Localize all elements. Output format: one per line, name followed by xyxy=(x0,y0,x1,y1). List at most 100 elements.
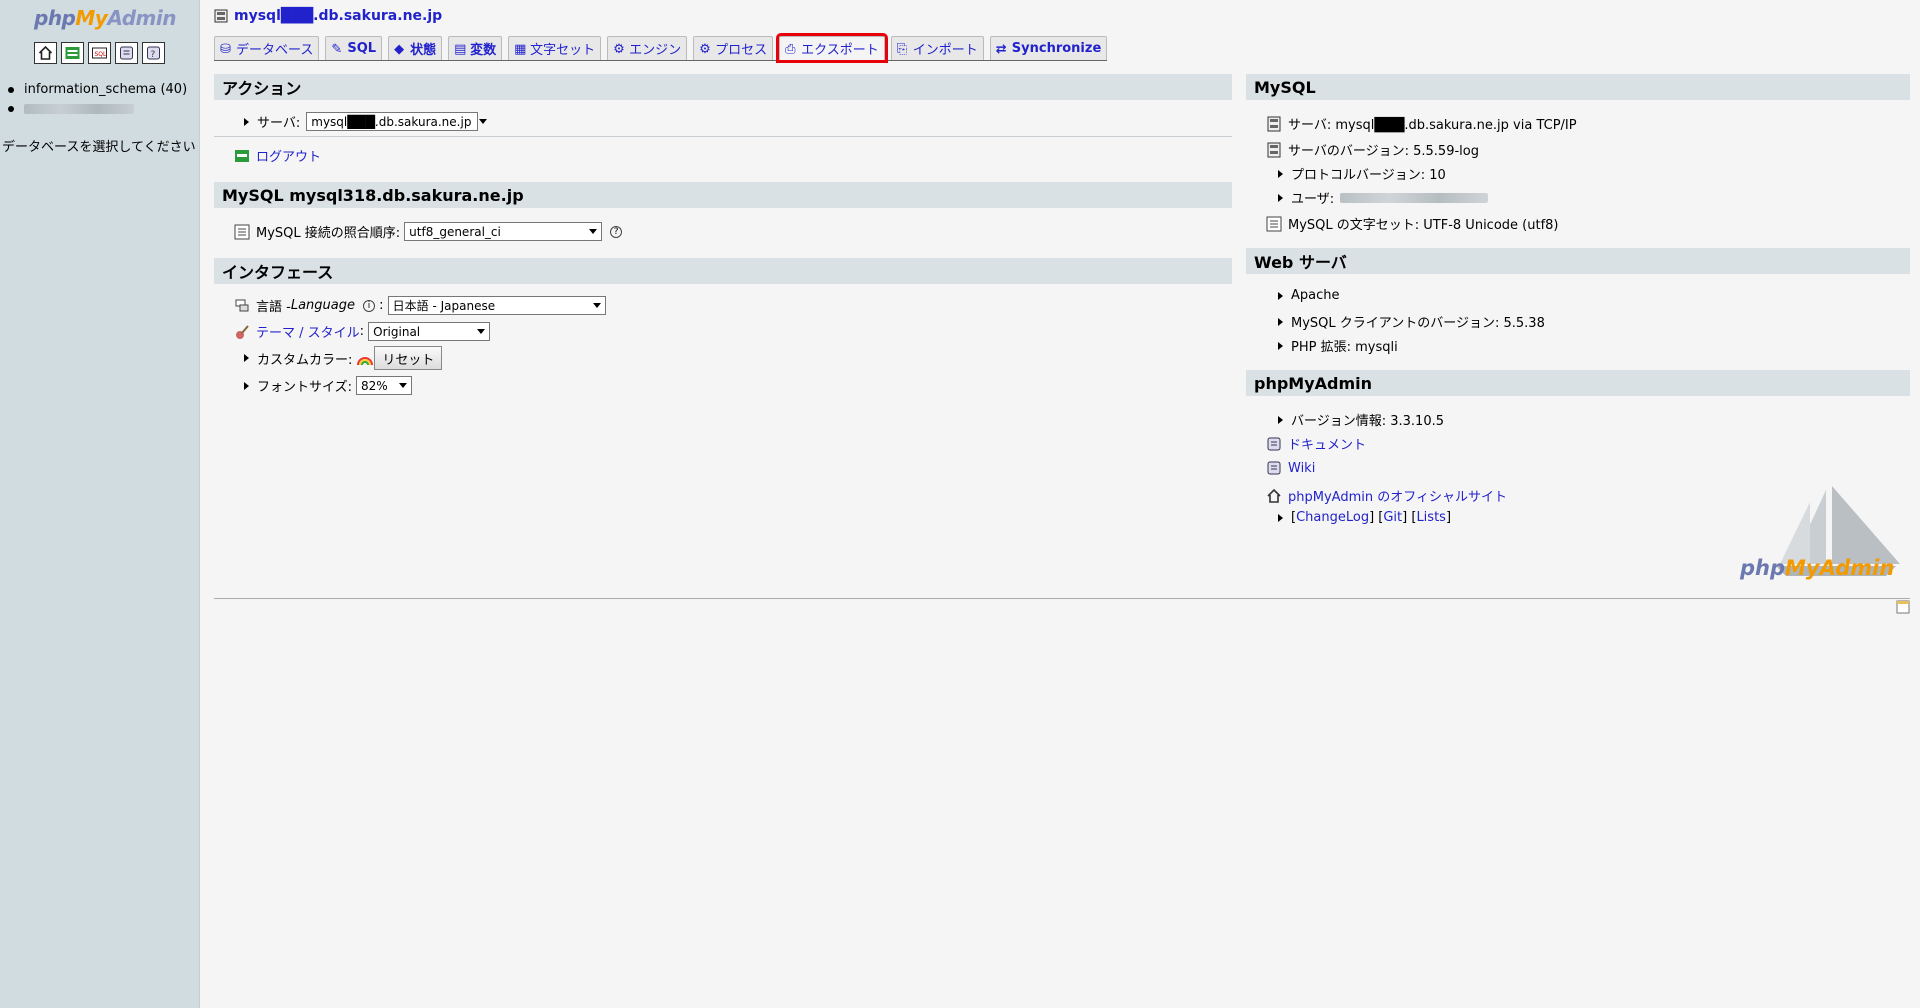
language-row: 言語 - Language i : 日本語 - Japanese xyxy=(234,296,606,315)
logout-link[interactable]: ログアウト xyxy=(256,146,321,165)
database-icon: ⛁ xyxy=(220,42,231,57)
panel-title: Web サーバ xyxy=(1246,248,1910,274)
redacted-database-name[interactable] xyxy=(24,103,134,114)
select-database-hint: データベースを選択してください xyxy=(2,140,196,155)
official-site-link[interactable]: phpMyAdmin のオフィシャルサイト xyxy=(1288,486,1507,505)
server-info-row: サーバ: mysql███.db.sakura.ne.jp via TCP/IP xyxy=(1266,114,1577,133)
engine-icon: ⚙ xyxy=(613,42,625,57)
collation-row: MySQL 接続の照合順序: utf8_general_ci ? xyxy=(234,222,623,241)
logout-icon xyxy=(235,149,249,162)
export-icon: ⎙ xyxy=(785,42,796,57)
tab-bar: ⛁ データベース ✎ SQL ◆ 状態 ▤ 変数 ▦ 文字セット ⚙ エンジン ⚙ プロセス … xyxy=(214,33,1108,63)
home-icon xyxy=(1267,488,1281,503)
theme-link[interactable]: テーマ / スタイル xyxy=(256,322,360,341)
collation-icon xyxy=(234,224,250,239)
tab-status[interactable]: ◆ 状態 xyxy=(388,36,443,60)
mysql-local-panel: MySQL mysql318.db.sakura.ne.jp MySQL 接続の… xyxy=(214,182,1232,254)
query-window-icon[interactable] xyxy=(61,42,84,64)
server-breadcrumb: mysql███.db.sakura.ne.jp xyxy=(214,8,442,24)
theme-select[interactable]: Original xyxy=(368,322,491,341)
redacted-user xyxy=(1340,192,1489,203)
docs-icon xyxy=(1267,437,1281,450)
tab-charsets[interactable]: ▦ 文字セット xyxy=(508,36,602,60)
theme-row: テーマ / スタイル: Original xyxy=(234,322,491,341)
wiki-icon xyxy=(1267,461,1281,475)
server-select[interactable]: mysql███.db.sakura.ne.jp xyxy=(306,112,488,131)
paintbrush-icon xyxy=(236,324,249,339)
font-size-select[interactable]: 82% xyxy=(356,376,412,395)
info-icon[interactable]: i xyxy=(362,299,375,312)
tab-variables[interactable]: ▤ 変数 xyxy=(448,36,503,60)
tab-databases[interactable]: ⛁ データベース xyxy=(214,36,320,60)
web-software-row: Apache xyxy=(1278,288,1340,303)
chevron-down-icon xyxy=(399,383,407,388)
tab-synchronize[interactable]: ⇄ Synchronize xyxy=(989,36,1108,60)
actions-panel: アクション サーバ: mysql███.db.sakura.ne.jp ログアウ… xyxy=(214,74,1232,190)
server-version-row: サーバのバージョン: 5.5.59-log xyxy=(1266,140,1479,159)
user-row: ユーザ: xyxy=(1278,188,1489,207)
official-site-row: phpMyAdmin のオフィシャルサイト xyxy=(1266,486,1507,505)
rainbow-icon[interactable] xyxy=(356,350,374,366)
language-icon xyxy=(235,299,249,311)
tab-processes[interactable]: ⚙ プロセス xyxy=(693,36,774,60)
panel-title: MySQL xyxy=(1246,74,1910,100)
chevron-down-icon xyxy=(477,329,486,334)
help-icon[interactable]: ? xyxy=(610,225,623,238)
tab-sql[interactable]: ✎ SQL xyxy=(325,36,383,60)
status-icon: ◆ xyxy=(394,42,405,57)
help-icon[interactable]: ? xyxy=(142,42,165,64)
list-item[interactable] xyxy=(6,99,187,118)
docs-link[interactable]: ドキュメント xyxy=(1288,434,1366,453)
version-row: バージョン情報: 3.3.10.5 xyxy=(1278,410,1444,429)
language-select[interactable]: 日本語 - Japanese xyxy=(387,296,606,315)
sync-icon: ⇄ xyxy=(995,42,1007,57)
tab-import[interactable]: ⎘ インポート xyxy=(890,36,984,60)
chevron-down-icon xyxy=(479,119,488,124)
server-icon xyxy=(1267,142,1281,157)
footer-divider xyxy=(214,598,1910,599)
changelog-link[interactable]: ChangeLog xyxy=(1296,510,1369,525)
panel-title: アクション xyxy=(214,74,1232,100)
nav-icon-bar: SQL ? xyxy=(34,42,165,64)
client-version-row: MySQL クライアントのバージョン: 5.5.38 xyxy=(1278,312,1545,331)
reset-button[interactable]: リセット xyxy=(374,346,443,370)
divider xyxy=(214,136,1232,137)
import-icon: ⎘ xyxy=(896,42,908,57)
font-size-row: フォントサイズ: 82% xyxy=(244,376,412,395)
panel-title: phpMyAdmin xyxy=(1246,370,1910,396)
new-window-icon[interactable] xyxy=(1896,600,1910,614)
collation-select[interactable]: utf8_general_ci xyxy=(404,222,603,241)
lists-link[interactable]: Lists xyxy=(1416,510,1446,525)
phpmyadmin-sailboat-logo[interactable]: phpMyAdmin xyxy=(1740,484,1910,584)
charset-icon xyxy=(1266,216,1282,231)
database-list: information_schema (40) xyxy=(6,80,187,118)
svg-text:SQL: SQL xyxy=(95,51,108,58)
php-extension-row: PHP 拡張: mysqli xyxy=(1278,336,1398,355)
docs-icon[interactable] xyxy=(115,42,138,64)
protocol-row: プロトコルバージョン: 10 xyxy=(1278,164,1446,183)
mysql-info-panel: MySQL サーバ: mysql███.db.sakura.ne.jp via … xyxy=(1246,74,1910,252)
tab-export[interactable]: ⎙ エクスポート xyxy=(776,33,888,63)
sql-icon[interactable]: SQL xyxy=(88,42,111,64)
panel-title: インタフェース xyxy=(214,258,1232,284)
list-item[interactable]: information_schema (40) xyxy=(6,80,187,99)
phpmyadmin-logo[interactable]: phpMyAdmin xyxy=(34,6,176,30)
server-link[interactable]: mysql███.db.sakura.ne.jp xyxy=(234,8,442,24)
panel-title: MySQL mysql318.db.sakura.ne.jp xyxy=(214,182,1232,208)
charset-icon: ▦ xyxy=(514,42,527,57)
interface-panel: インタフェース 言語 - Language i : 日本語 - Japanese… xyxy=(214,258,1232,434)
sql-icon: ✎ xyxy=(331,42,343,57)
charset-row: MySQL の文字セット: UTF-8 Unicode (utf8) xyxy=(1266,214,1559,233)
chevron-down-icon xyxy=(589,229,598,234)
process-icon: ⚙ xyxy=(699,42,711,57)
docs-row: ドキュメント xyxy=(1266,434,1366,453)
variables-icon: ▤ xyxy=(454,42,467,57)
svg-text:?: ? xyxy=(151,50,156,60)
home-icon[interactable] xyxy=(34,42,57,64)
git-link[interactable]: Git xyxy=(1383,510,1402,525)
server-icon xyxy=(1267,116,1281,131)
wiki-link[interactable]: Wiki xyxy=(1288,461,1315,476)
tab-engines[interactable]: ⚙ エンジン xyxy=(607,36,688,60)
server-icon xyxy=(214,9,228,23)
logout-row: ログアウト xyxy=(234,146,321,165)
